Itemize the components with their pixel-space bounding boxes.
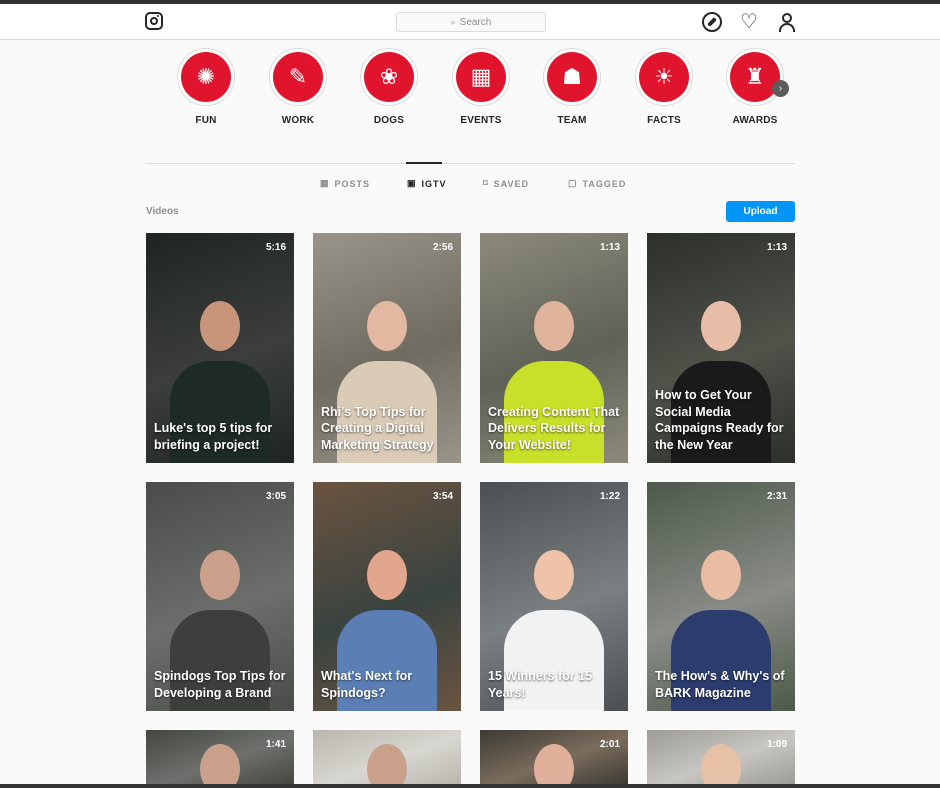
video-duration: 1:13 (766, 242, 787, 253)
video-thumbnail[interactable]: 1:09 (647, 730, 795, 784)
video-duration: 1:09 (766, 739, 787, 750)
highlight-fun[interactable]: ✺ FUN (177, 48, 235, 126)
video-duration: 1:13 (599, 242, 620, 253)
person-face (534, 744, 574, 784)
video-title: Rhi's Top Tips for Creating a Digital Ma… (321, 404, 434, 452)
person-face (367, 550, 407, 600)
trophy-icon: ♜ (730, 52, 780, 102)
window-bottom-edge (0, 784, 940, 788)
video-title: What's Next for Spindogs? (321, 669, 413, 700)
tab-label: TAGGED (582, 178, 627, 189)
compass-icon[interactable] (702, 12, 722, 32)
document-pen-icon: ✎ (273, 52, 323, 102)
video-thumbnail[interactable]: 1:13 Creating Content That Delivers Resul… (480, 233, 628, 463)
video-thumbnail[interactable]: 1:22 15 Winners for 15 Years! (480, 482, 628, 711)
search-placeholder: Search (459, 16, 492, 28)
igtv-icon: ▣ (407, 178, 417, 188)
bookmark-icon: ⌑ (483, 178, 489, 188)
video-duration: 1:22 (599, 491, 620, 502)
top-navigation-bar: ⌕ Search ♡ (0, 4, 940, 40)
calendar-icon: ▦ (456, 52, 506, 102)
team-icon: ☗ (547, 52, 597, 102)
highlight-label: WORK (281, 115, 315, 126)
highlight-work[interactable]: ✎ WORK (269, 48, 327, 126)
tabs-divider (146, 163, 795, 164)
highlight-facts[interactable]: ☀ FACTS (635, 48, 693, 126)
video-thumbnail[interactable]: 1:41 (146, 730, 294, 784)
video-duration: 3:05 (265, 491, 286, 502)
highlight-label: AWARDS (732, 115, 778, 126)
highlight-dogs[interactable]: ❀ DOGS (360, 48, 418, 126)
person-face (367, 744, 407, 784)
tab-label: IGTV (421, 178, 447, 189)
video-thumbnail[interactable]: 3:05 Spindogs Top Tips for Developing a B… (146, 482, 294, 711)
video-thumbnail[interactable]: 5:16 Luke's top 5 tips for briefing a pro… (146, 233, 294, 463)
video-thumbnail[interactable]: 2:56 Rhi's Top Tips for Creating a Digita… (313, 233, 461, 463)
highlight-label: TEAM (557, 115, 587, 126)
highlight-events[interactable]: ▦ EVENTS (452, 48, 510, 126)
video-thumbnail[interactable]: 2:01 (480, 730, 628, 784)
person-face (701, 301, 741, 351)
chevron-right-icon[interactable]: › (772, 80, 789, 97)
person-face (200, 744, 240, 784)
instagram-logo-icon[interactable] (145, 12, 163, 30)
video-title: Spindogs Top Tips for Developing a Brand (154, 669, 286, 700)
video-duration: 1:41 (265, 739, 286, 750)
video-duration: 2:31 (766, 491, 787, 502)
video-duration: 5:16 (265, 242, 286, 253)
tab-posts[interactable]: ▦ POSTS (320, 178, 370, 189)
highlight-label: EVENTS (460, 115, 502, 126)
video-thumbnail[interactable]: 2:31 The How's & Why's of BARK Magazine (647, 482, 795, 711)
active-tab-indicator (406, 162, 442, 164)
video-title: Luke's top 5 tips for briefing a project… (154, 421, 273, 452)
highlight-label: DOGS (373, 115, 405, 126)
video-thumbnail[interactable]: 3:54 What's Next for Spindogs? (313, 482, 461, 711)
tab-label: POSTS (334, 178, 371, 189)
person-face (534, 550, 574, 600)
person-face (701, 744, 741, 784)
highlight-label: FACTS (647, 115, 681, 126)
search-icon: ⌕ (450, 16, 456, 27)
video-duration: 2:56 (432, 242, 453, 253)
grid-icon: ▦ (320, 178, 330, 188)
highlight-team[interactable]: ☗ TEAM (543, 48, 601, 126)
person-face (200, 550, 240, 600)
lightbulb-icon: ☀ (639, 52, 689, 102)
party-popper-icon: ✺ (181, 52, 231, 102)
video-duration: 2:01 (599, 739, 620, 750)
user-icon[interactable] (777, 12, 797, 32)
tab-label: SAVED (493, 178, 529, 189)
person-face (701, 550, 741, 600)
upload-button[interactable]: Upload (726, 201, 795, 222)
video-duration: 3:54 (432, 491, 453, 502)
tab-saved[interactable]: ⌑ SAVED (483, 178, 529, 189)
person-face (367, 301, 407, 351)
video-title: Creating Content That Delivers Results f… (488, 404, 620, 452)
tab-tagged[interactable]: ▢ TAGGED (568, 178, 626, 189)
dog-icon: ❀ (364, 52, 414, 102)
person-face (200, 301, 240, 351)
video-thumbnail[interactable]: 1:13 How to Get Your Social Media Campaig… (647, 233, 795, 463)
person-face (534, 301, 574, 351)
search-input[interactable]: ⌕ Search (396, 12, 546, 32)
section-title: Videos (146, 206, 179, 217)
video-title: 15 Winners for 15 Years! (488, 669, 593, 700)
video-title: The How's & Why's of BARK Magazine (655, 669, 785, 700)
tab-igtv[interactable]: ▣ IGTV (407, 178, 447, 189)
video-thumbnail[interactable] (313, 730, 461, 784)
video-title: How to Get Your Social Media Campaigns R… (655, 388, 784, 452)
heart-icon[interactable]: ♡ (739, 12, 759, 32)
tag-person-icon: ▢ (568, 178, 578, 188)
highlight-label: FUN (195, 115, 217, 126)
